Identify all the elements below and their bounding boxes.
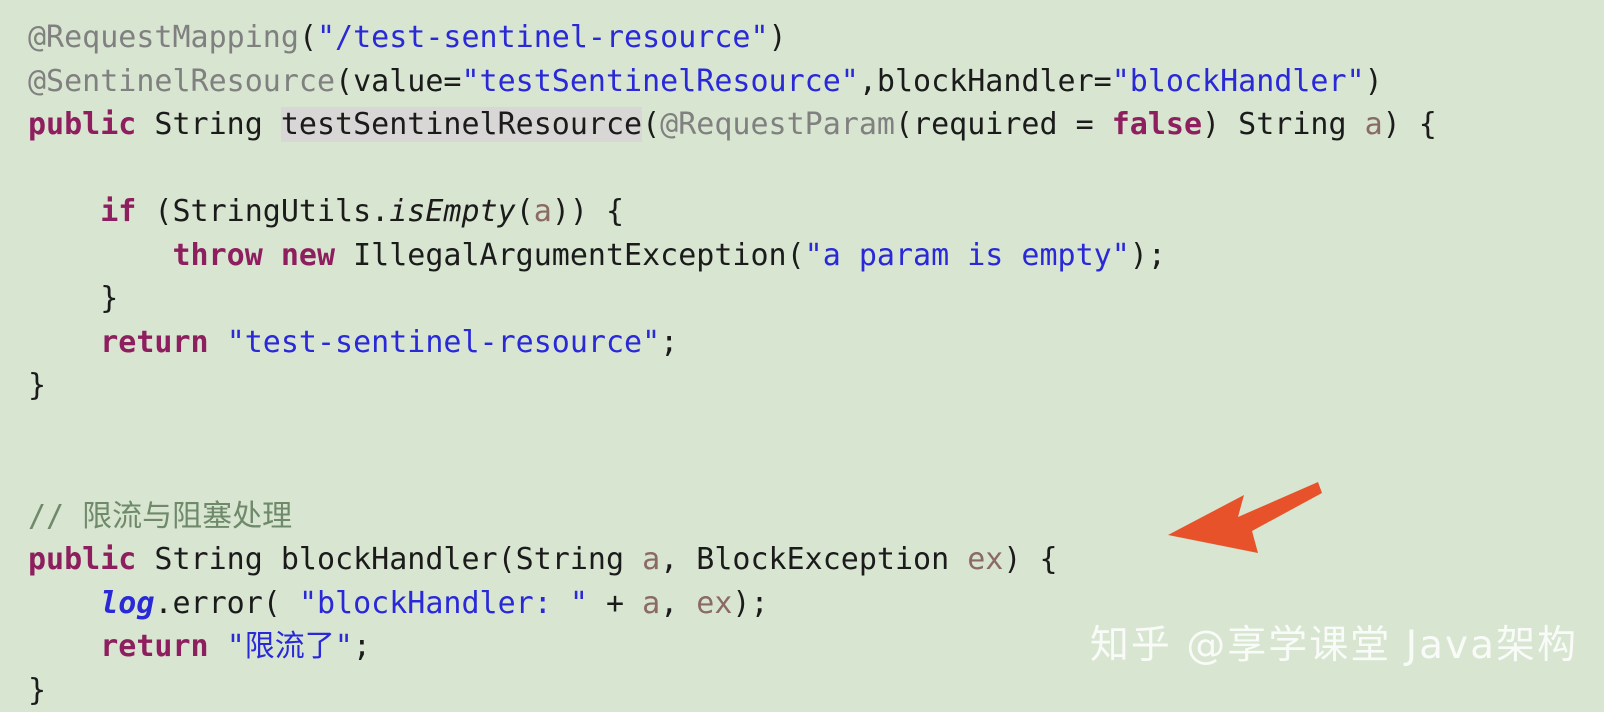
code-line[interactable] [28, 147, 1604, 191]
code-token-punct: } [28, 368, 46, 403]
code-token-plain [209, 629, 227, 664]
code-token-punct: ; [353, 629, 371, 664]
code-token-plain: , BlockException [660, 542, 967, 577]
code-token-plain [28, 586, 100, 621]
code-token-keyword: throw [173, 238, 263, 273]
code-token-punct: ); [1130, 238, 1166, 273]
code-token-keyword: public [28, 107, 136, 142]
code-token-param: ex [967, 542, 1003, 577]
code-line[interactable]: public String blockHandler(String a, Blo… [28, 538, 1604, 582]
code-token-plain: (required = [895, 107, 1112, 142]
code-token-param: ex [696, 586, 732, 621]
code-token-plain [263, 238, 281, 273]
code-token-plain: (StringUtils. [136, 194, 389, 229]
code-token-punct: ( [516, 194, 534, 229]
code-token-plain: String [136, 107, 281, 142]
code-token-punct: )) { [552, 194, 624, 229]
watermark-text: 知乎 @享学课堂 Java架构 [1090, 614, 1578, 670]
code-line[interactable]: @SentinelResource(value="testSentinelRes… [28, 60, 1604, 104]
code-line[interactable] [28, 451, 1604, 495]
code-token-plain: + [588, 586, 642, 621]
code-token-declared: testSentinelResource [281, 107, 642, 142]
code-token-annotation: @SentinelResource [28, 64, 335, 99]
code-token-param: a [534, 194, 552, 229]
code-token-keyword: return [100, 629, 208, 664]
code-token-plain [28, 238, 173, 273]
code-line[interactable]: public String testSentinelResource(@Requ… [28, 103, 1604, 147]
code-token-punct: ) { [1383, 107, 1437, 142]
code-token-punct: ) [1365, 64, 1383, 99]
code-token-punct: ( [642, 107, 660, 142]
code-token-punct: } [28, 673, 46, 708]
code-token-punct: } [28, 281, 118, 316]
code-token-punct: ); [732, 586, 768, 621]
code-token-plain [209, 325, 227, 360]
code-token-plain: IllegalArgumentException( [335, 238, 805, 273]
code-token-static-method: isEmpty [389, 194, 515, 229]
code-token-keyword: public [28, 542, 136, 577]
code-token-keyword: false [1112, 107, 1202, 142]
code-line[interactable]: throw new IllegalArgumentException("a pa… [28, 234, 1604, 278]
code-token-string: "blockHandler: " [299, 586, 588, 621]
code-token-plain: ) String [1202, 107, 1365, 142]
code-line[interactable] [28, 408, 1604, 452]
code-token-string: "testSentinelResource" [461, 64, 858, 99]
code-line[interactable]: @RequestMapping("/test-sentinel-resource… [28, 16, 1604, 60]
code-token-punct: ( [299, 20, 317, 55]
code-token-keyword: new [281, 238, 335, 273]
code-line[interactable]: if (StringUtils.isEmpty(a)) { [28, 190, 1604, 234]
code-token-string: "blockHandler" [1112, 64, 1365, 99]
code-token-plain: , [660, 586, 696, 621]
code-editor-surface[interactable]: @RequestMapping("/test-sentinel-resource… [0, 0, 1604, 710]
code-token-plain [28, 194, 100, 229]
code-line[interactable]: // 限流与阻塞处理 [28, 495, 1604, 539]
code-token-string: "test-sentinel-resource" [227, 325, 660, 360]
code-token-param: a [642, 542, 660, 577]
code-token-comment: // 限流与阻塞处理 [28, 499, 292, 534]
code-token-annotation: @RequestMapping [28, 20, 299, 55]
code-token-param: a [642, 586, 660, 621]
code-token-keyword: if [100, 194, 136, 229]
code-token-punct: ) { [1003, 542, 1057, 577]
code-token-plain [28, 629, 100, 664]
code-token-punct: ; [660, 325, 678, 360]
code-token-string: "/test-sentinel-resource" [317, 20, 769, 55]
code-token-punct: ,blockHandler= [859, 64, 1112, 99]
code-line[interactable]: } [28, 277, 1604, 321]
code-token-annotation: @RequestParam [660, 107, 895, 142]
code-line[interactable]: } [28, 364, 1604, 408]
code-token-punct: (value= [335, 64, 461, 99]
code-token-plain [28, 325, 100, 360]
code-block[interactable]: @RequestMapping("/test-sentinel-resource… [28, 16, 1604, 712]
code-token-param: a [1365, 107, 1383, 142]
code-token-keyword: return [100, 325, 208, 360]
code-line[interactable]: } [28, 669, 1604, 712]
code-token-static-field: log [100, 586, 154, 621]
code-token-plain: String blockHandler(String [136, 542, 642, 577]
code-token-punct: ) [769, 20, 787, 55]
code-token-string: "限流了" [227, 629, 353, 664]
code-token-plain: .error( [154, 586, 299, 621]
code-token-string: "a param is empty" [805, 238, 1130, 273]
code-line[interactable]: return "test-sentinel-resource"; [28, 321, 1604, 365]
